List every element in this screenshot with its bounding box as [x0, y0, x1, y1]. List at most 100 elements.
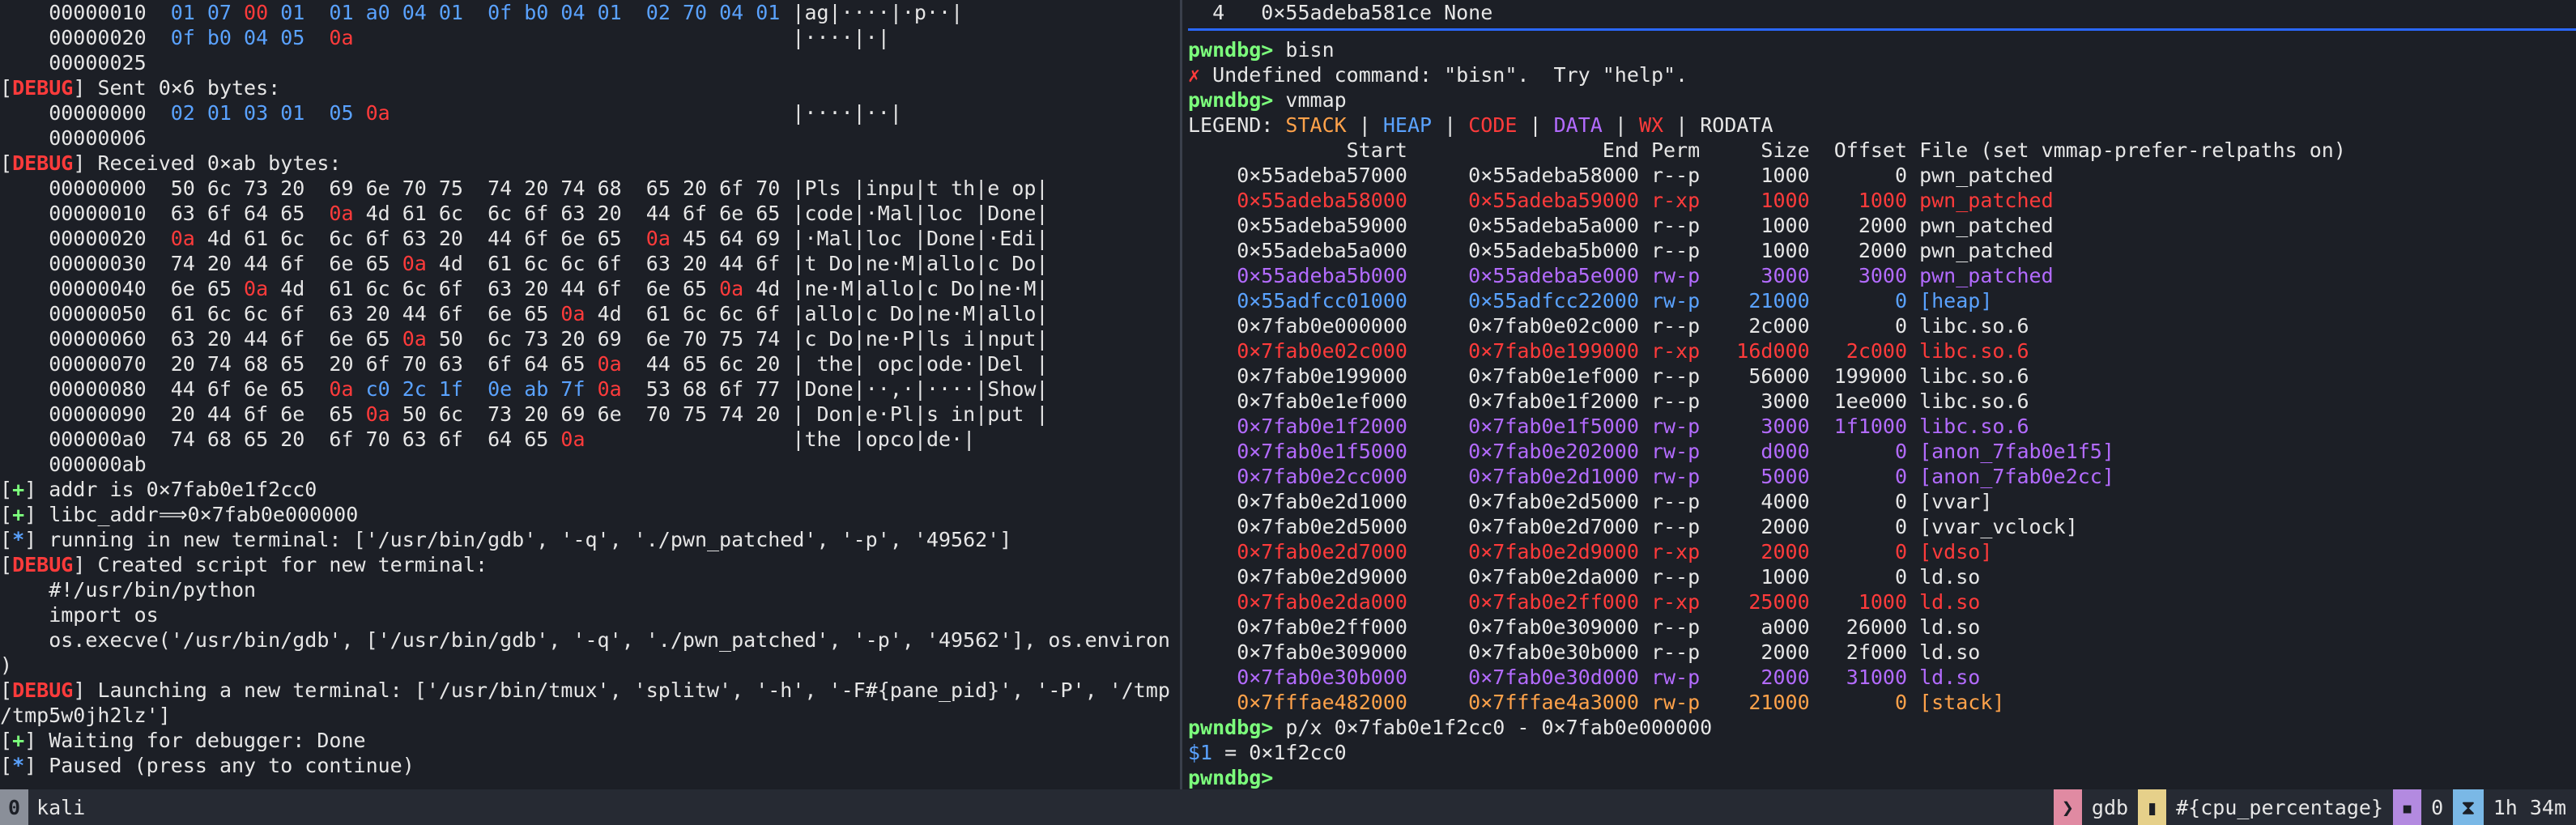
hexdump-pad	[598, 427, 793, 451]
hexdump-byte: 6e	[329, 327, 366, 351]
hexdump-byte: 6f	[244, 402, 281, 426]
hexdump-row[interactable]: 00000020 0f b0 04 05 0a |····|·|	[0, 25, 1178, 50]
vmmap-row[interactable]: 0×7fab0e000000 0×7fab0e02c000 r--p 2c000…	[1188, 313, 2576, 338]
hexdump-byte: 6f	[597, 277, 634, 300]
right-pane-pwndbg[interactable]: 4 0×55adeba581ce None pwndbg> bisn ✗ Undef…	[1188, 0, 2576, 789]
session-number[interactable]: 0	[0, 789, 29, 825]
hexdump-byte: 6f	[365, 227, 402, 250]
vmmap-row[interactable]: 0×7fab0e2d7000 0×7fab0e2d9000 r-xp 2000 …	[1188, 539, 2576, 564]
vmmap-row[interactable]: 0×7fab0e02c000 0×7fab0e199000 r-xp 16d00…	[1188, 338, 2576, 364]
hexdump-byte: 0e	[488, 377, 525, 401]
vmmap-row[interactable]: 0×55adfcc01000 0×55adfcc22000 rw-p 21000…	[1188, 288, 2576, 313]
vmmap-row[interactable]: 0×7fab0e2d9000 0×7fab0e2da000 r--p 1000 …	[1188, 564, 2576, 589]
hexdump-offset: 00000010	[0, 202, 171, 225]
vmmap-row[interactable]: 0×7fab0e2d1000 0×7fab0e2d5000 r--p 4000 …	[1188, 489, 2576, 514]
command-px[interactable]: pwndbg> p/x 0×7fab0e1f2cc0 - 0×7fab0e000…	[1188, 715, 2576, 740]
hexdump-ascii: | Don|e·Pl|s in|put |	[792, 402, 1049, 426]
paused-line[interactable]: [*] Paused (press any to continue)	[0, 753, 1178, 778]
libc-addr-line[interactable]: [+] libc_addr⟹0×7fab0e000000	[0, 502, 1178, 527]
pane-divider[interactable]	[1180, 0, 1182, 789]
hexdump-row[interactable]: 00000000 02 01 03 01 05 0a |····|··|	[0, 100, 1178, 125]
hexdump-byte: 4d	[280, 277, 317, 300]
hexdump-row[interactable]: 00000060 63 20 44 6f 6e 65 0a 50 6c 73 2…	[0, 326, 1178, 351]
vmmap-row[interactable]: 0×55adeba58000 0×55adeba59000 r-xp 1000 …	[1188, 188, 2576, 213]
current-prompt[interactable]: pwndbg>	[1188, 765, 2576, 789]
hexdump-byte: 04	[560, 1, 598, 24]
vmmap-row[interactable]: 0×55adeba5b000 0×55adeba5e000 rw-p 3000 …	[1188, 263, 2576, 288]
hexdump-row[interactable]: 00000000 50 6c 73 20 69 6e 70 75 74 20 7…	[0, 176, 1178, 201]
vmmap-row[interactable]: 0×55adeba59000 0×55adeba5a000 r--p 1000 …	[1188, 213, 2576, 238]
running-line[interactable]: [*] running in new terminal: ['/usr/bin/…	[0, 527, 1178, 552]
vmmap-row[interactable]: 0×55adeba5a000 0×55adeba5b000 r--p 1000 …	[1188, 238, 2576, 263]
hexdump-row[interactable]: 00000030 74 20 44 6f 6e 65 0a 4d 61 6c 6…	[0, 251, 1178, 276]
hexdump-row[interactable]: 000000a0 74 68 65 20 6f 70 63 6f 64 65 0…	[0, 427, 1178, 452]
hexdump-byte: 70	[645, 402, 683, 426]
debug-received-line[interactable]: [DEBUG] Received 0×ab bytes:	[0, 151, 1178, 176]
hexdump-row[interactable]: 00000040 6e 65 0a 4d 61 6c 6c 6f 63 20 4…	[0, 276, 1178, 301]
hexdump-row[interactable]: 00000006	[0, 125, 1178, 151]
hexdump-space	[475, 352, 488, 376]
hexdump-row[interactable]: 00000070 20 74 68 65 20 6f 70 63 6f 64 6…	[0, 351, 1178, 376]
hexdump-row[interactable]: 00000080 44 6f 6e 65 0a c0 2c 1f 0e ab 7…	[0, 376, 1178, 402]
legend-line: LEGEND: STACK | HEAP | CODE | DATA | WX …	[1188, 113, 2576, 138]
hexdump-pad	[171, 51, 793, 74]
hexdump-byte: 6f	[682, 202, 720, 225]
hexdump-space	[475, 176, 488, 200]
vmmap-row[interactable]: 0×7fab0e199000 0×7fab0e1ef000 r--p 56000…	[1188, 364, 2576, 389]
waiting-line[interactable]: [+] Waiting for debugger: Done	[0, 728, 1178, 753]
hexdump-byte: 01	[597, 1, 634, 24]
left-pane-pwntools-output[interactable]: 00000010 01 07 00 01 01 a0 04 01 0f b0 0…	[0, 0, 1178, 789]
launching-line[interactable]: [DEBUG] Launching a new terminal: ['/usr…	[0, 678, 1178, 703]
bracket-open: [	[0, 678, 13, 702]
vmmap-row[interactable]: 0×7fab0e2d5000 0×7fab0e2d7000 r--p 2000 …	[1188, 514, 2576, 539]
vmmap-row[interactable]: 0×7fab0e1f2000 0×7fab0e1f5000 rw-p 3000 …	[1188, 414, 2576, 439]
hexdump-byte: 04	[244, 26, 281, 49]
vmmap-row[interactable]: 0×7fab0e309000 0×7fab0e30b000 r--p 2000 …	[1188, 640, 2576, 665]
hexdump-row[interactable]: 00000050 61 6c 6c 6f 63 20 44 6f 6e 65 0…	[0, 301, 1178, 326]
command-vmmap[interactable]: pwndbg> vmmap	[1188, 87, 2576, 113]
hexdump-space	[634, 1, 646, 24]
hexdump-byte: 6f	[756, 252, 793, 275]
hexdump-byte: 6f	[280, 327, 317, 351]
created-script-line[interactable]: [DEBUG] Created script for new terminal:	[0, 552, 1178, 577]
script-line: #!/usr/bin/python	[0, 578, 257, 602]
hexdump-ascii: |Done|··,·|····|Show|	[792, 377, 1049, 401]
hexdump-byte: 0a	[719, 277, 756, 300]
separator	[1188, 28, 2576, 31]
addr-line[interactable]: [+] addr is 0×7fab0e1f2cc0	[0, 477, 1178, 502]
command-bisn[interactable]: pwndbg> bisn	[1188, 37, 2576, 62]
vmmap-row[interactable]: 0×7fab0e2ff000 0×7fab0e309000 r--p a000 …	[1188, 614, 2576, 640]
vmmap-row[interactable]: 0×55adeba57000 0×55adeba58000 r--p 1000 …	[1188, 163, 2576, 188]
hexdump-byte: 64	[244, 202, 281, 225]
hexdump-ascii: |c Do|ne·P|ls i|nput|	[792, 327, 1049, 351]
hexdump-byte: 44	[170, 377, 207, 401]
hexdump-row[interactable]: 00000010 63 6f 64 65 0a 4d 61 6c 6c 6f 6…	[0, 201, 1178, 226]
vmmap-row[interactable]: 0×7fab0e1f5000 0×7fab0e202000 rw-p d000 …	[1188, 439, 2576, 464]
addr-line-tag: +	[12, 478, 25, 501]
hexdump-byte: 6f	[597, 252, 634, 275]
hexdump-byte: 63	[170, 202, 207, 225]
launching-line-text: Launching a new terminal: ['/usr/bin/tmu…	[97, 678, 1170, 702]
hexdump-space	[317, 176, 329, 200]
vmmap-row[interactable]: 0×7fab0e1ef000 0×7fab0e1f2000 r--p 3000 …	[1188, 389, 2576, 414]
vmmap-row[interactable]: 0×7fab0e30b000 0×7fab0e30d000 rw-p 2000 …	[1188, 665, 2576, 690]
vmmap-row[interactable]: 0×7fffae482000 0×7fffae4a3000 rw-p 21000…	[1188, 690, 2576, 715]
hexdump-space	[475, 402, 488, 426]
hexdump-space	[475, 252, 488, 275]
hexdump-byte: 74	[756, 327, 793, 351]
error-line: ✗ Undefined command: "bisn". Try "help".	[1188, 62, 2576, 87]
hexdump-row[interactable]: 000000ab	[0, 452, 1178, 477]
debug-sent-line[interactable]: [DEBUG] Sent 0×6 bytes:	[0, 75, 1178, 100]
session-name[interactable]: kali	[28, 789, 93, 825]
hexdump-row[interactable]: 00000020 0a 4d 61 6c 6c 6f 63 20 44 6f 6…	[0, 226, 1178, 251]
hexdump-byte: 68	[244, 352, 281, 376]
hexdump-row[interactable]: 00000090 20 44 6f 6e 65 0a 50 6c 73 20 6…	[0, 402, 1178, 427]
hexdump-row[interactable]: 00000010 01 07 00 01 01 a0 04 01 0f b0 0…	[0, 0, 1178, 25]
vmmap-row[interactable]: 0×7fab0e2cc000 0×7fab0e2d1000 rw-p 5000 …	[1188, 464, 2576, 489]
hexdump-ascii: |Pls |inpu|t th|e op|	[792, 176, 1049, 200]
hexdump-row[interactable]: 00000025	[0, 50, 1178, 75]
vmmap-row[interactable]: 0×7fab0e2da000 0×7fab0e2ff000 r-xp 25000…	[1188, 589, 2576, 614]
hexdump-byte: 75	[719, 327, 756, 351]
launching-line-tag: DEBUG	[12, 678, 74, 702]
hexdump-byte: 6f	[488, 352, 525, 376]
